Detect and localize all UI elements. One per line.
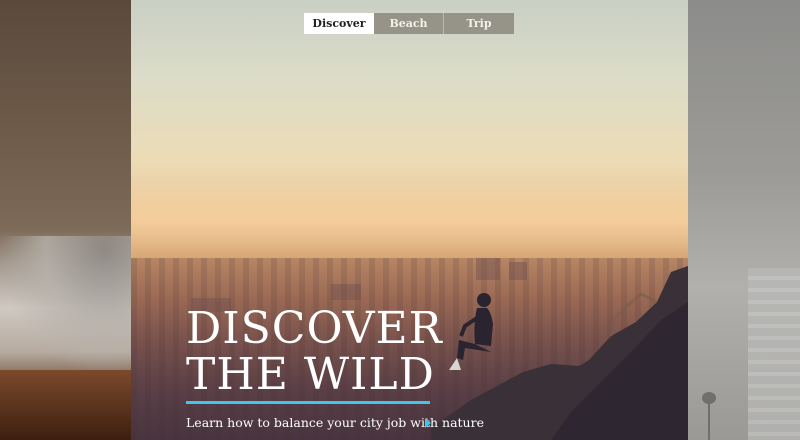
desert-ground-image bbox=[0, 370, 131, 440]
snowy-hill-image bbox=[0, 236, 131, 376]
previous-slide-preview[interactable] bbox=[0, 0, 131, 440]
rock-cliff-with-person-image bbox=[431, 266, 688, 440]
accent-divider bbox=[186, 401, 430, 404]
sky-haze bbox=[131, 180, 688, 260]
triangle-right-icon[interactable] bbox=[425, 418, 431, 428]
next-slide-preview[interactable] bbox=[688, 0, 800, 440]
hero-headline: DISCOVER THE WILD bbox=[186, 306, 443, 398]
headline-line-2: THE WILD bbox=[186, 349, 435, 400]
headline-line-1: DISCOVER bbox=[186, 303, 443, 354]
tab-discover[interactable]: Discover bbox=[304, 13, 374, 34]
tower-building-image bbox=[748, 268, 800, 440]
palm-tree-image bbox=[702, 392, 716, 440]
hero-tagline: Learn how to balance your city job with … bbox=[186, 415, 484, 430]
slide-tabs: Discover Beach Trip bbox=[304, 13, 514, 34]
tab-trip[interactable]: Trip bbox=[444, 13, 514, 34]
tab-beach[interactable]: Beach bbox=[374, 13, 444, 34]
